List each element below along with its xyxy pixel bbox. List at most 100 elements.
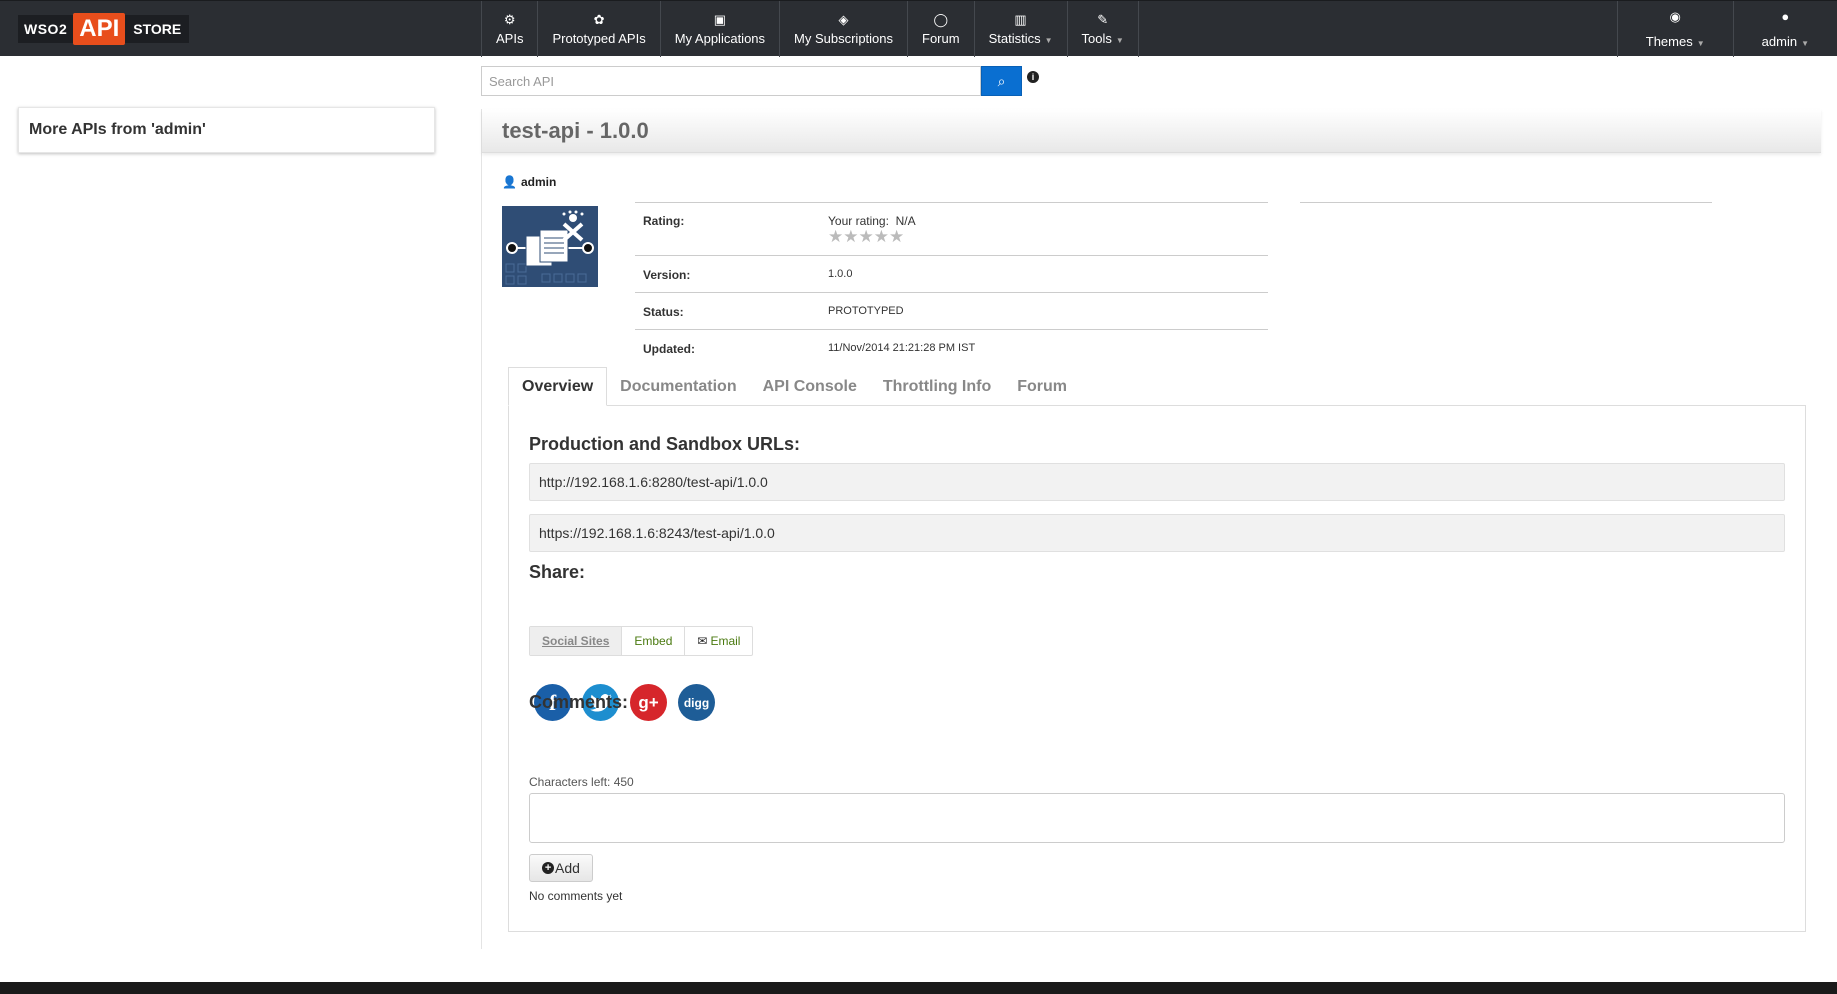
page-title: test-api - 1.0.0: [482, 109, 1821, 153]
wrench-icon: ✎: [1097, 11, 1109, 27]
your-rating: Your rating: N/A: [828, 214, 916, 228]
nav-item-prototyped-apis[interactable]: ✿ Prototyped APIs: [537, 1, 659, 57]
chart-icon: ▥: [1014, 11, 1027, 27]
nav-item-my-applications[interactable]: ▣ My Applications: [659, 1, 779, 57]
share-tab-email[interactable]: ✉ Email: [684, 627, 752, 655]
more-apis-box: More APIs from 'admin': [18, 107, 435, 153]
cog-icon: ✿: [593, 11, 605, 27]
comment-icon: ◯: [933, 11, 949, 27]
version-row: Version: 1.0.0: [635, 255, 1268, 292]
user-label: admin: [1761, 33, 1798, 49]
add-label: Add: [555, 860, 580, 876]
top-navbar: WSO2 API STORE ⚙ APIs ✿ Prototyped APIs …: [0, 0, 1837, 57]
rating-label: Rating:: [643, 214, 685, 228]
urls-title: Production and Sandbox URLs:: [529, 434, 801, 454]
user-icon: 👤: [502, 175, 517, 189]
briefcase-icon: ▣: [713, 11, 727, 27]
your-rating-value: N/A: [895, 214, 916, 228]
owner-name: admin: [520, 175, 557, 189]
tab-api-console[interactable]: API Console: [750, 367, 870, 406]
sandbox-url[interactable]: https://192.168.1.6:8243/test-api/1.0.0: [529, 514, 1785, 552]
user-label-wrap: admin ▼: [1762, 34, 1809, 49]
googleplus-icon[interactable]: g+: [630, 684, 667, 721]
your-rating-label: Your rating:: [828, 214, 889, 228]
comment-textarea[interactable]: [529, 793, 1785, 843]
updated-row: Updated: 11/Nov/2014 21:21:28 PM IST: [635, 329, 1268, 366]
nav-item-apis[interactable]: ⚙ APIs: [481, 1, 537, 57]
caret-down-icon: ▼: [1044, 35, 1053, 45]
main-nav: ⚙ APIs ✿ Prototyped APIs ▣ My Applicatio…: [481, 1, 1139, 57]
nav-item-label: Statistics ▼: [989, 31, 1053, 46]
footer-bar: [0, 982, 1837, 994]
digg-icon[interactable]: digg: [678, 684, 715, 721]
nav-item-forum[interactable]: ◯ Forum: [907, 1, 974, 57]
nav-item-label: My Applications: [674, 30, 766, 46]
rating-stars[interactable]: ★★★★★: [828, 228, 916, 245]
info-icon[interactable]: i: [1027, 71, 1039, 83]
more-apis-title: More APIs from 'admin': [29, 121, 206, 138]
api-thumbnail: [502, 206, 598, 287]
caret-down-icon: ▼: [1696, 38, 1705, 48]
logo-store-text: STORE: [125, 15, 190, 43]
nav-item-my-subscriptions[interactable]: ◈ My Subscriptions: [779, 1, 907, 57]
search-input[interactable]: Search API: [481, 66, 981, 96]
tab-forum[interactable]: Forum: [1004, 367, 1080, 406]
api-thumbnail-graphic: [502, 206, 598, 287]
status-row: Status: PROTOTYPED: [635, 292, 1268, 329]
version-value: 1.0.0: [828, 268, 853, 280]
email-label: Email: [710, 634, 741, 648]
nav-item-label: APIs: [496, 30, 524, 46]
themes-menu[interactable]: ◉ Themes ▼: [1616, 1, 1733, 57]
logo-wso2-text: WSO2: [18, 15, 74, 43]
nav-right: ◉ Themes ▼ ● admin ▼: [1616, 1, 1837, 57]
updated-label: Updated:: [643, 342, 695, 356]
share-tabs: Social Sites Embed ✉ Email: [529, 626, 754, 656]
version-label: Version:: [643, 268, 691, 282]
overview-panel: Production and Sandbox URLs: http://192.…: [508, 405, 1806, 932]
caret-down-icon: ▼: [1801, 38, 1809, 48]
user-icon: ●: [1781, 8, 1790, 24]
plus-icon: +: [542, 862, 555, 874]
tab-documentation[interactable]: Documentation: [607, 367, 749, 406]
tab-overview[interactable]: Overview: [508, 367, 608, 406]
api-owner: 👤 admin: [502, 175, 556, 189]
statistics-label: Statistics: [988, 30, 1041, 46]
search-icon: ⌕: [997, 72, 1006, 89]
add-comment-button[interactable]: + Add: [529, 854, 593, 882]
share-title: Share:: [529, 562, 586, 582]
api-details-table: Rating: Your rating: N/A ★★★★★ Version: …: [635, 202, 1268, 366]
dashboard-icon: ◉: [1669, 8, 1681, 24]
characters-left: Characters left: 450: [529, 775, 634, 789]
nav-item-label: Prototyped APIs: [552, 30, 646, 46]
nav-item-label: Tools ▼: [1082, 31, 1124, 46]
nav-item-label: My Subscriptions: [794, 30, 894, 46]
themes-label: Themes: [1645, 33, 1693, 49]
nav-item-statistics[interactable]: ▥ Statistics ▼: [973, 1, 1067, 57]
status-value: PROTOTYPED: [828, 305, 904, 317]
nav-item-label: Forum: [922, 30, 960, 46]
share-tab-social-sites[interactable]: Social Sites: [530, 627, 622, 655]
tab-throttling-info[interactable]: Throttling Info: [870, 367, 1004, 406]
api-tabs: Overview Documentation API Console Throt…: [508, 367, 1080, 406]
comments-title: Comments:: [529, 692, 629, 712]
api-details-panel: test-api - 1.0.0 👤 admin Rating: Your ra…: [481, 109, 1821, 949]
gears-icon: ⚙: [503, 11, 516, 27]
search-bar: Search API ⌕ i: [481, 66, 1039, 96]
search-button[interactable]: ⌕: [981, 66, 1022, 96]
logo-api-text: API: [73, 13, 126, 45]
production-url[interactable]: http://192.168.1.6:8280/test-api/1.0.0: [529, 463, 1785, 501]
divider: [1300, 202, 1712, 203]
nav-item-tools[interactable]: ✎ Tools ▼: [1066, 1, 1139, 57]
caret-down-icon: ▼: [1115, 35, 1124, 45]
envelope-icon: ✉: [697, 634, 708, 648]
rating-row: Rating: Your rating: N/A ★★★★★: [635, 202, 1268, 255]
themes-label-wrap: Themes ▼: [1646, 34, 1705, 49]
rating-value: Your rating: N/A ★★★★★: [828, 214, 916, 245]
updated-value: 11/Nov/2014 21:21:28 PM IST: [828, 342, 976, 354]
user-menu[interactable]: ● admin ▼: [1732, 1, 1837, 57]
tools-label: Tools: [1081, 30, 1112, 46]
no-comments-text: No comments yet: [529, 889, 623, 903]
share-tab-embed[interactable]: Embed: [621, 627, 684, 655]
status-label: Status:: [643, 305, 684, 319]
wso2-api-store-logo[interactable]: WSO2 API STORE: [18, 13, 190, 45]
